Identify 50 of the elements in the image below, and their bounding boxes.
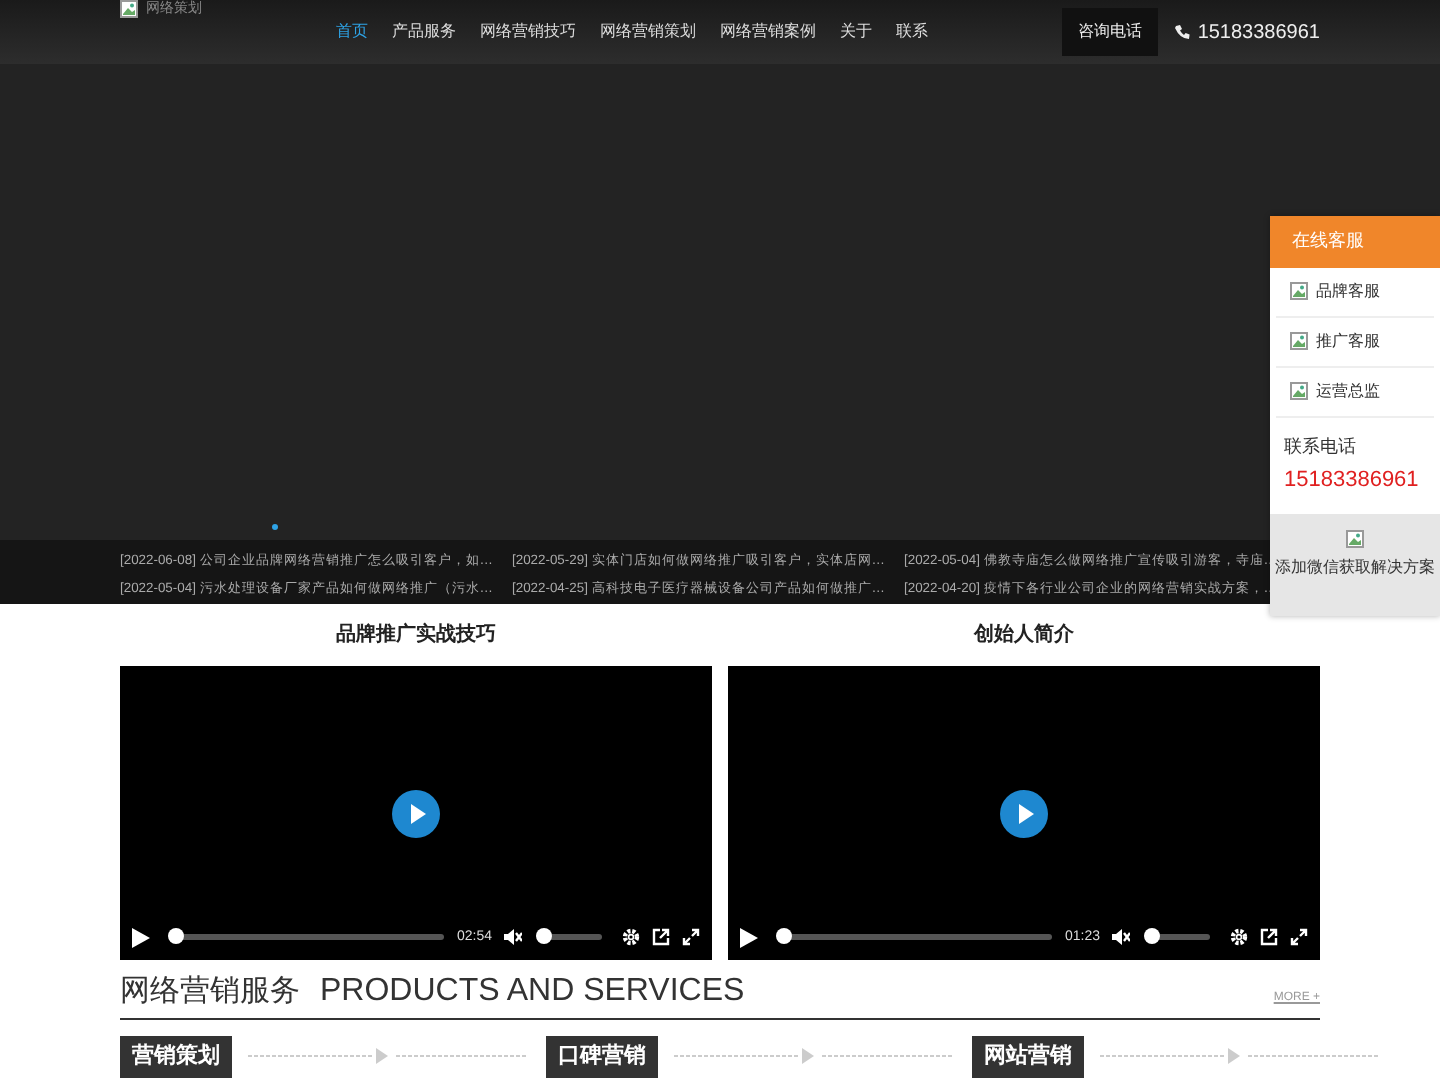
play-icon[interactable] <box>740 927 758 948</box>
wechat-caption: 添加微信获取解决方案 <box>1275 557 1435 575</box>
section-title: 网络营销服务 <box>120 972 300 1012</box>
phone-number: 15183386961 <box>1197 19 1320 47</box>
service-link[interactable]: 推广客服 <box>1316 329 1380 353</box>
fullscreen-icon[interactable] <box>1290 928 1308 947</box>
nav-link[interactable]: 关于 <box>827 20 884 44</box>
muted-speaker-icon[interactable] <box>1112 928 1130 947</box>
slide-dot[interactable] <box>272 524 278 530</box>
nav-link[interactable]: 产品服务 <box>379 20 468 44</box>
broken-image-icon <box>1290 332 1308 350</box>
broken-image-icon <box>120 0 138 18</box>
service-tag[interactable]: 口碑营销 <box>546 1036 658 1077</box>
play-icon[interactable] <box>132 927 150 948</box>
popout-icon[interactable] <box>1260 928 1278 947</box>
section-subtitle: PRODUCTS AND SERVICES <box>320 972 745 1012</box>
service-link[interactable]: 品牌客服 <box>1316 279 1380 303</box>
phone-number: 15183386961 <box>1282 466 1421 496</box>
phone-icon <box>1173 24 1190 40</box>
section-title: 创始人简介 <box>971 621 1076 650</box>
broken-image-icon <box>1290 382 1308 400</box>
nav-link[interactable]: 联系 <box>883 20 940 44</box>
settings-icon[interactable] <box>1230 928 1248 947</box>
nav-link[interactable]: 首页 <box>323 20 380 44</box>
nav-link[interactable]: 网络营销技巧 <box>467 20 588 44</box>
nav-link[interactable]: 网络营销策划 <box>587 20 708 44</box>
play-button[interactable] <box>392 789 440 837</box>
volume-track[interactable] <box>542 934 602 941</box>
service-tag[interactable]: 网站营销 <box>972 1036 1084 1077</box>
settings-icon[interactable] <box>622 928 640 947</box>
fullscreen-icon[interactable] <box>682 928 700 947</box>
slider-thumb[interactable] <box>776 928 792 945</box>
consult-button[interactable]: 咨询电话 <box>1061 8 1158 56</box>
phone-label: 联系电话 <box>1282 433 1358 459</box>
play-button[interactable] <box>1000 789 1048 837</box>
broken-image-icon <box>1290 282 1308 300</box>
broken-image-icon <box>1346 529 1364 547</box>
service-tag[interactable]: 营销策划 <box>120 1036 232 1077</box>
nav-link[interactable]: 网络营销案例 <box>707 20 828 44</box>
slider-thumb[interactable] <box>168 928 184 945</box>
progress-track[interactable] <box>174 934 445 941</box>
slider-thumb[interactable] <box>536 928 552 945</box>
service-link[interactable]: 运营总监 <box>1316 379 1380 403</box>
volume-track[interactable] <box>1150 934 1210 941</box>
popout-icon[interactable] <box>652 928 670 947</box>
panel-title: 在线客服 <box>1270 216 1440 267</box>
section-title: 品牌推广实战技巧 <box>334 620 498 650</box>
slider-thumb[interactable] <box>1144 928 1160 945</box>
progress-track[interactable] <box>782 934 1053 941</box>
muted-speaker-icon[interactable] <box>504 928 522 947</box>
